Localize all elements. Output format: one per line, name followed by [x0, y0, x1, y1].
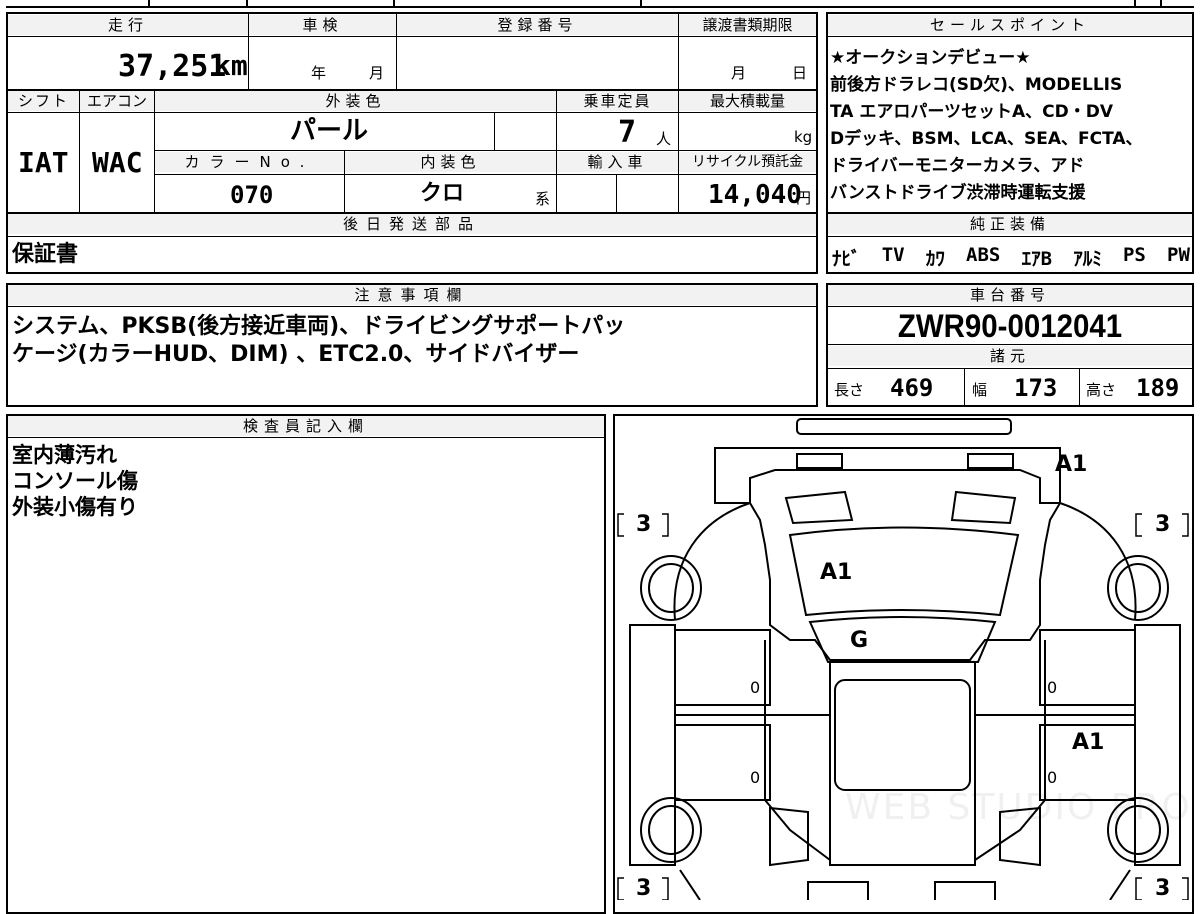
- later-parts-value: 保証書: [12, 242, 79, 267]
- max-load-header: 最大積載量: [679, 91, 816, 111]
- equipment-item-navi: ﾅﾋﾞ: [832, 248, 861, 270]
- color-no-value: 070: [230, 181, 274, 209]
- sales-point-line: Dデッキ、BSM、LCA、SEA、FCTA、: [830, 129, 1143, 149]
- notes-line: ケージ(カラーHUD、DIM) 、ETC2.0、サイドバイザー: [12, 342, 580, 367]
- equipment-item-ps: PS: [1122, 244, 1146, 266]
- equipment-item-tv: TV: [881, 244, 905, 266]
- sales-point-line: TA エアロパーツセットA、CD・DV: [830, 102, 1114, 122]
- sales-point-line: 前後方ドラレコ(SD欠)、MODELLIS: [830, 75, 1123, 95]
- sales-point-text: ★オークションデビュー★ 前後方ドラレコ(SD欠)、MODELLIS TA エア…: [830, 45, 1192, 207]
- equipment-item-abs: ABS: [966, 244, 1001, 266]
- transfer-deadline-header: 譲渡書類期限: [679, 15, 816, 35]
- equipment-item-airbag: ｴｱB: [1021, 248, 1053, 270]
- color-no-header: カラーNo.: [155, 152, 344, 172]
- capacity-value: 7: [618, 115, 637, 150]
- chassis-no-header: 車台番号: [828, 285, 1192, 305]
- deadline-month: 月: [731, 64, 747, 82]
- notes-header: 注意事項欄: [8, 285, 816, 305]
- capacity-unit: 人: [656, 130, 672, 148]
- notes-line: システム、PKSB(後方接近車両)、ドライビングサポートパッ: [12, 314, 626, 339]
- equipment-item-pw: PW: [1167, 244, 1190, 266]
- sales-point-line: ★オークションデビュー★: [830, 48, 1031, 68]
- grade-bottom-left: 3: [636, 876, 652, 901]
- capacity-header: 乗車定員: [557, 91, 678, 111]
- damage-diagram-box: [613, 414, 1194, 914]
- shift-value: IAT: [18, 146, 69, 179]
- equipment-list: ﾅﾋﾞ TV ｶﾜ ABS ｴｱB ｱﾙﾐ PS PW: [832, 244, 1190, 271]
- specs-header: 諸元: [828, 346, 1192, 366]
- door-right-rear: 0: [1047, 768, 1058, 787]
- inspector-note: 外装小傷有り: [12, 495, 138, 519]
- aircon-header: エアコン: [80, 91, 154, 111]
- mark-roof: A1: [820, 560, 853, 585]
- grade-top-left: 3: [636, 512, 652, 537]
- mileage-header: 走行: [8, 15, 248, 35]
- mark-rear: A1: [1055, 452, 1088, 477]
- aircon-value: WAC: [92, 146, 143, 179]
- inspection-header: 車検: [249, 15, 396, 35]
- mileage-value: 37,251: [118, 49, 227, 84]
- interior-suffix: 系: [535, 190, 551, 208]
- mark-glass: G: [850, 628, 869, 653]
- height-label: 高さ: [1086, 381, 1117, 399]
- watermark: WEB STUDIO PRO: [845, 787, 1192, 828]
- mileage-unit: km: [214, 49, 248, 82]
- notes-text: システム、PKSB(後方接近車両)、ドライビングサポートパッ ケージ(カラーHU…: [12, 313, 625, 369]
- load-unit: kg: [794, 128, 813, 146]
- import-header: 輸入車: [557, 152, 678, 172]
- yen-unit: 円: [796, 189, 812, 207]
- inspector-note: コンソール傷: [12, 469, 138, 493]
- year-unit: 年: [311, 64, 327, 82]
- recycle-fee-value: 14,040: [708, 180, 802, 210]
- inspector-note: 室内薄汚れ: [12, 443, 117, 467]
- door-right-front: 0: [1047, 678, 1058, 697]
- interior-color-header: 内装色: [345, 152, 556, 172]
- sales-point-header: セールスポイント: [828, 15, 1192, 35]
- exterior-color-value: パール: [290, 116, 369, 146]
- recycle-fee-header: リサイクル預託金: [679, 152, 816, 172]
- sales-point-line: バンストドライブ渋滞時運転支援: [830, 183, 1086, 203]
- month-unit: 月: [369, 64, 385, 82]
- length-value: 469: [890, 374, 934, 402]
- inspector-header: 検査員記入欄: [8, 416, 604, 436]
- equipment-item-alloy: ｱﾙﾐ: [1073, 248, 1102, 270]
- length-label: 長さ: [834, 381, 865, 399]
- interior-color-value: クロ: [420, 181, 465, 206]
- width-value: 173: [1014, 374, 1058, 402]
- width-label: 幅: [972, 381, 988, 399]
- door-left-front: 0: [750, 678, 761, 697]
- grade-top-right: 3: [1155, 512, 1171, 537]
- registration-no-header: 登録番号: [397, 15, 678, 35]
- equipment-item-leather: ｶﾜ: [925, 248, 945, 270]
- shift-header: シフト: [8, 91, 79, 111]
- inspector-notes: 室内薄汚れ コンソール傷 外装小傷有り: [12, 442, 138, 520]
- later-parts-header: 後日発送部品: [8, 214, 816, 234]
- mark-side: A1: [1072, 730, 1105, 755]
- sales-point-line: ドライバーモニターカメラ、アド: [830, 156, 1085, 176]
- deadline-day: 日: [792, 64, 808, 82]
- exterior-color-header: 外装色: [155, 91, 556, 111]
- height-value: 189: [1136, 374, 1180, 402]
- chassis-no-value: ZWR90-0012041: [897, 308, 1123, 344]
- genuine-equipment-header: 純正装備: [828, 214, 1192, 234]
- grade-bottom-right: 3: [1155, 876, 1171, 901]
- door-left-rear: 0: [750, 768, 761, 787]
